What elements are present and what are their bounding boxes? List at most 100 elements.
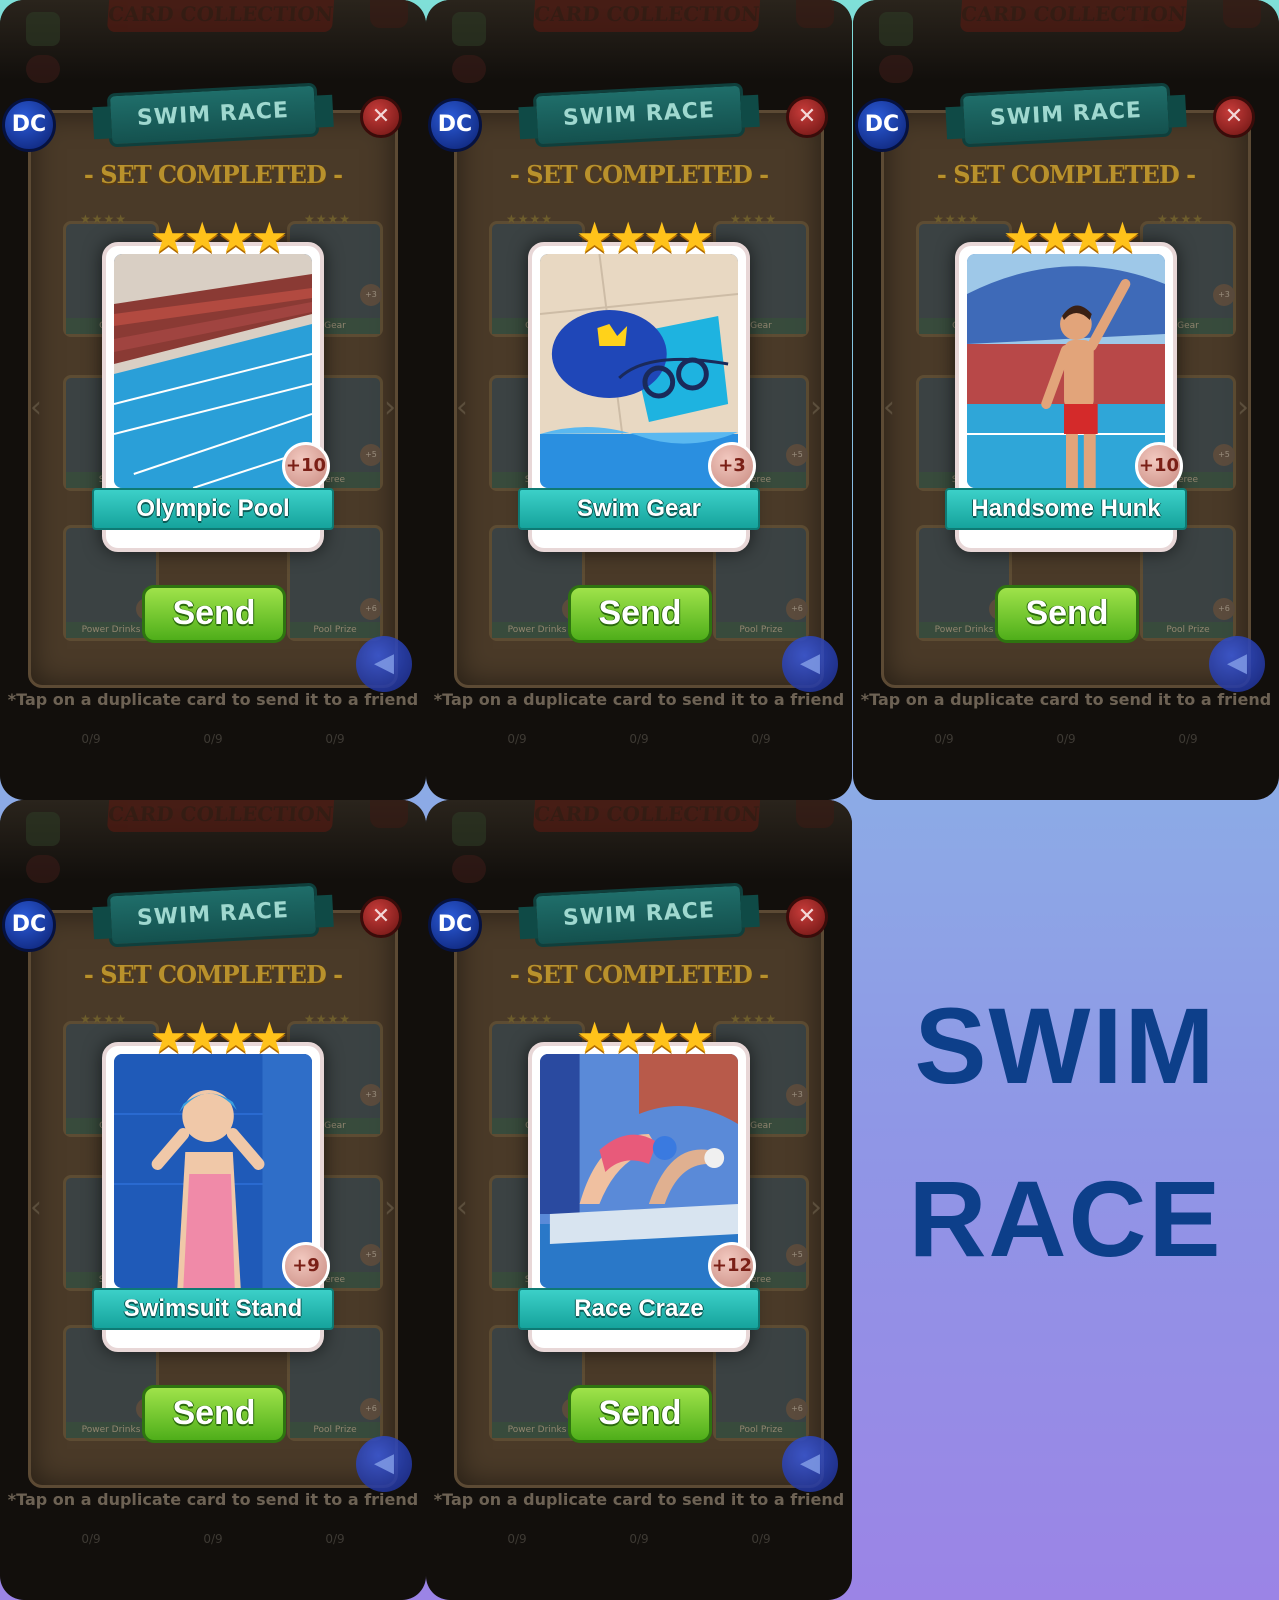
card-race-craze[interactable]: ★★★★ +12 Race Craze bbox=[518, 1016, 760, 1352]
close-button[interactable]: ✕ bbox=[1213, 96, 1255, 138]
collage-title-line: SWIM bbox=[914, 985, 1217, 1106]
send-button[interactable]: Send bbox=[142, 585, 286, 643]
collage-title-line: RACE bbox=[908, 1157, 1223, 1279]
dc-badge-icon: DC bbox=[2, 898, 56, 952]
prev-page-icon[interactable]: ‹ bbox=[883, 390, 895, 425]
card-points-badge: +12 bbox=[708, 1242, 756, 1290]
prev-page-icon[interactable]: ‹ bbox=[456, 390, 468, 425]
back-arrow-icon[interactable]: ◀ bbox=[356, 636, 412, 692]
card-panel-olympic-pool: CARD COLLECTION ★★★★Olym ★★★★+3Gear Swim… bbox=[0, 0, 426, 800]
card-swim-gear[interactable]: ★★★★ +3 Swim Gear bbox=[518, 216, 760, 552]
set-name-ribbon: SWIM RACE bbox=[532, 82, 746, 148]
next-page-icon[interactable]: › bbox=[810, 390, 822, 425]
bg-header-banner: CARD COLLECTION bbox=[106, 0, 335, 32]
card-name-label: Olympic Pool bbox=[92, 488, 334, 530]
prev-page-icon[interactable]: ‹ bbox=[30, 390, 42, 425]
card-handsome-hunk[interactable]: ★★★★ +10 Handsome Hunk bbox=[945, 216, 1187, 552]
bg-corner-tab bbox=[1223, 0, 1261, 28]
progress-count: 0/9 bbox=[934, 732, 954, 746]
tip-text: *Tap on a duplicate card to send it to a… bbox=[7, 690, 419, 709]
close-button[interactable]: ✕ bbox=[360, 96, 402, 138]
bg-shortcut-icon bbox=[26, 55, 60, 83]
set-completed-label: - SET COMPLETED - bbox=[936, 160, 1196, 189]
set-name-ribbon: SWIM RACE bbox=[959, 82, 1173, 148]
card-points-badge: +9 bbox=[282, 1242, 330, 1290]
back-arrow-icon[interactable]: ◀ bbox=[782, 1436, 838, 1492]
progress-row: 0/9 0/9 0/9 bbox=[426, 1532, 852, 1546]
set-completed-label: - SET COMPLETED - bbox=[509, 160, 769, 189]
set-completed-label: - SET COMPLETED - bbox=[509, 960, 769, 989]
close-button[interactable]: ✕ bbox=[786, 96, 828, 138]
back-arrow-icon[interactable]: ◀ bbox=[782, 636, 838, 692]
prev-page-icon[interactable]: ‹ bbox=[30, 1190, 42, 1225]
close-button[interactable]: ✕ bbox=[786, 896, 828, 938]
card-panel-swimsuit-stand: CARD COLLECTION ★★★★Olym ★★★★+3Gear Swim… bbox=[0, 800, 426, 1600]
progress-count: 0/9 bbox=[81, 1532, 101, 1546]
progress-count: 0/9 bbox=[81, 732, 101, 746]
next-page-icon[interactable]: › bbox=[1237, 390, 1249, 425]
progress-count: 0/9 bbox=[629, 732, 649, 746]
card-panel-race-craze: CARD COLLECTION ★★★★Olym ★★★★+3Gear Swim… bbox=[426, 800, 852, 1600]
bg-header-banner: CARD COLLECTION bbox=[106, 800, 335, 832]
next-page-icon[interactable]: › bbox=[810, 1190, 822, 1225]
prev-page-icon[interactable]: ‹ bbox=[456, 1190, 468, 1225]
bg-menu-icon bbox=[26, 12, 60, 46]
send-button[interactable]: Send bbox=[568, 1385, 712, 1443]
tip-text: *Tap on a duplicate card to send it to a… bbox=[860, 690, 1272, 709]
dc-badge-icon: DC bbox=[855, 98, 909, 152]
bg-header-banner: CARD COLLECTION bbox=[532, 0, 761, 32]
bg-menu-icon bbox=[879, 12, 913, 46]
pool-art-icon bbox=[114, 254, 312, 488]
card-name-label: Swim Gear bbox=[518, 488, 760, 530]
card-points-badge: +10 bbox=[1135, 442, 1183, 490]
bg-corner-tab bbox=[370, 800, 408, 828]
progress-count: 0/9 bbox=[325, 732, 345, 746]
card-panel-swim-gear: CARD COLLECTION ★★★★Olym ★★★★Gear Swim +… bbox=[426, 0, 852, 800]
progress-row: 0/9 0/9 0/9 bbox=[426, 732, 852, 746]
tip-text: *Tap on a duplicate card to send it to a… bbox=[433, 690, 845, 709]
send-button[interactable]: Send bbox=[995, 585, 1139, 643]
send-button[interactable]: Send bbox=[568, 585, 712, 643]
progress-count: 0/9 bbox=[751, 1532, 771, 1546]
progress-count: 0/9 bbox=[507, 732, 527, 746]
bg-menu-icon bbox=[452, 812, 486, 846]
bg-menu-icon bbox=[452, 12, 486, 46]
card-name-label: Race Craze bbox=[518, 1288, 760, 1330]
card-olympic-pool[interactable]: ★★★★ +10 Olympic Pool bbox=[92, 216, 334, 552]
race-start-art-icon bbox=[540, 1054, 738, 1288]
bg-corner-tab bbox=[370, 0, 408, 28]
progress-count: 0/9 bbox=[751, 732, 771, 746]
next-page-icon[interactable]: › bbox=[384, 390, 396, 425]
back-arrow-icon[interactable]: ◀ bbox=[356, 1436, 412, 1492]
set-name-ribbon: SWIM RACE bbox=[532, 882, 746, 948]
send-button[interactable]: Send bbox=[142, 1385, 286, 1443]
bg-shortcut-icon bbox=[452, 55, 486, 83]
bg-shortcut-icon bbox=[452, 855, 486, 883]
progress-row: 0/9 0/9 0/9 bbox=[0, 732, 426, 746]
progress-count: 0/9 bbox=[203, 1532, 223, 1546]
progress-row: 0/9 0/9 0/9 bbox=[853, 732, 1279, 746]
swimmer-woman-art-icon bbox=[114, 1054, 312, 1288]
set-completed-label: - SET COMPLETED - bbox=[83, 160, 343, 189]
tip-text: *Tap on a duplicate card to send it to a… bbox=[433, 1490, 845, 1509]
card-name-label: Swimsuit Stand bbox=[92, 1288, 334, 1330]
progress-count: 0/9 bbox=[629, 1532, 649, 1546]
back-arrow-icon[interactable]: ◀ bbox=[1209, 636, 1265, 692]
set-completed-label: - SET COMPLETED - bbox=[83, 960, 343, 989]
card-swimsuit-stand[interactable]: ★★★★ +9 Swimsuit Stand bbox=[92, 1016, 334, 1352]
bg-header-banner: CARD COLLECTION bbox=[532, 800, 761, 832]
progress-count: 0/9 bbox=[1056, 732, 1076, 746]
swimmer-man-art-icon bbox=[967, 254, 1165, 488]
progress-count: 0/9 bbox=[507, 1532, 527, 1546]
tip-text: *Tap on a duplicate card to send it to a… bbox=[7, 1490, 419, 1509]
card-name-label: Handsome Hunk bbox=[945, 488, 1187, 530]
dc-badge-icon: DC bbox=[428, 98, 482, 152]
bg-shortcut-icon bbox=[26, 855, 60, 883]
close-button[interactable]: ✕ bbox=[360, 896, 402, 938]
progress-row: 0/9 0/9 0/9 bbox=[0, 1532, 426, 1546]
next-page-icon[interactable]: › bbox=[384, 1190, 396, 1225]
card-points-badge: +3 bbox=[708, 442, 756, 490]
dc-badge-icon: DC bbox=[428, 898, 482, 952]
bg-corner-tab bbox=[796, 800, 834, 828]
bg-shortcut-icon bbox=[879, 55, 913, 83]
